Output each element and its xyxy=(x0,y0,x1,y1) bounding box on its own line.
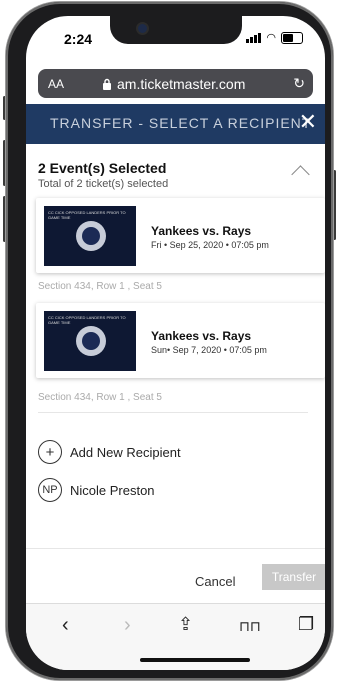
signal-icon xyxy=(246,32,262,43)
status-time: 2:24 xyxy=(64,31,93,47)
tabs-icon[interactable]: ❐ xyxy=(298,614,314,635)
screen: 2:24 ◠ AA am.ticketmaster.com ↻ TRANSFER… xyxy=(26,16,325,670)
bookmarks-icon[interactable]: ⊓⊓ xyxy=(239,618,261,635)
event-card[interactable]: CC CICK OPPOSED LANDERS PRIOR TO GAME TI… xyxy=(36,198,325,273)
thumbnail-caption: CC CICK OPPOSED LANDERS PRIOR TO GAME TI… xyxy=(48,315,126,325)
footer-divider xyxy=(26,548,325,549)
avatar: NP xyxy=(38,478,62,502)
plus-icon: + xyxy=(38,440,62,464)
event-card[interactable]: CC CICK OPPOSED LANDERS PRIOR TO GAME TI… xyxy=(36,303,325,378)
selection-summary: 2 Event(s) Selected Total of 2 ticket(s)… xyxy=(38,160,168,190)
home-indicator xyxy=(140,658,250,662)
seat-info: Section 434, Row 1 , Seat 5 xyxy=(38,281,162,292)
chevron-up-icon[interactable] xyxy=(291,165,310,184)
battery-icon xyxy=(281,31,303,44)
cancel-button[interactable]: Cancel xyxy=(195,574,235,589)
recipient-item[interactable]: NP Nicole Preston xyxy=(38,478,155,502)
share-icon[interactable]: ⇪ xyxy=(178,614,193,635)
power-button xyxy=(333,170,336,240)
add-recipient-label: Add New Recipient xyxy=(70,444,181,460)
divider xyxy=(38,412,308,413)
add-recipient-button[interactable]: + Add New Recipient xyxy=(38,440,181,464)
back-icon[interactable]: ‹ xyxy=(62,614,69,637)
forward-icon[interactable]: › xyxy=(124,614,131,637)
selection-subtitle: Total of 2 ticket(s) selected xyxy=(38,178,169,190)
text-size-button[interactable]: AA xyxy=(48,77,64,91)
transfer-button[interactable]: Transfer xyxy=(262,564,325,590)
seat-info: Section 434, Row 1 , Seat 5 xyxy=(38,392,162,403)
notch xyxy=(110,16,242,44)
status-icons: ◠ xyxy=(246,31,303,44)
reload-icon[interactable]: ↻ xyxy=(293,75,305,92)
wifi-icon: ◠ xyxy=(266,32,276,44)
yankees-logo-icon xyxy=(76,326,106,356)
page-header: TRANSFER - SELECT A RECIPIENT ✕ xyxy=(26,104,325,144)
event-title: Yankees vs. Rays xyxy=(151,329,252,343)
close-icon[interactable]: ✕ xyxy=(299,109,317,135)
event-date: Fri • Sep 25, 2020 • 07:05 pm xyxy=(151,240,269,250)
lock-icon xyxy=(103,78,111,90)
event-thumbnail: CC CICK OPPOSED LANDERS PRIOR TO GAME TI… xyxy=(44,311,136,371)
event-thumbnail: CC CICK OPPOSED LANDERS PRIOR TO GAME TI… xyxy=(44,206,136,266)
phone-frame: 2:24 ◠ AA am.ticketmaster.com ↻ TRANSFER… xyxy=(6,2,333,680)
event-title: Yankees vs. Rays xyxy=(151,224,252,238)
selection-title: 2 Event(s) Selected xyxy=(38,160,167,176)
event-date: Sun• Sep 7, 2020 • 07:05 pm xyxy=(151,345,267,355)
yankees-logo-icon xyxy=(76,221,106,251)
thumbnail-caption: CC CICK OPPOSED LANDERS PRIOR TO GAME TI… xyxy=(48,210,126,220)
page-title: TRANSFER - SELECT A RECIPIENT xyxy=(50,115,312,131)
url-text: am.ticketmaster.com xyxy=(117,75,246,92)
recipient-name: Nicole Preston xyxy=(70,482,155,498)
address-bar[interactable]: AA am.ticketmaster.com ↻ xyxy=(38,69,313,98)
url-field[interactable]: am.ticketmaster.com xyxy=(102,76,245,92)
camera xyxy=(138,24,147,33)
